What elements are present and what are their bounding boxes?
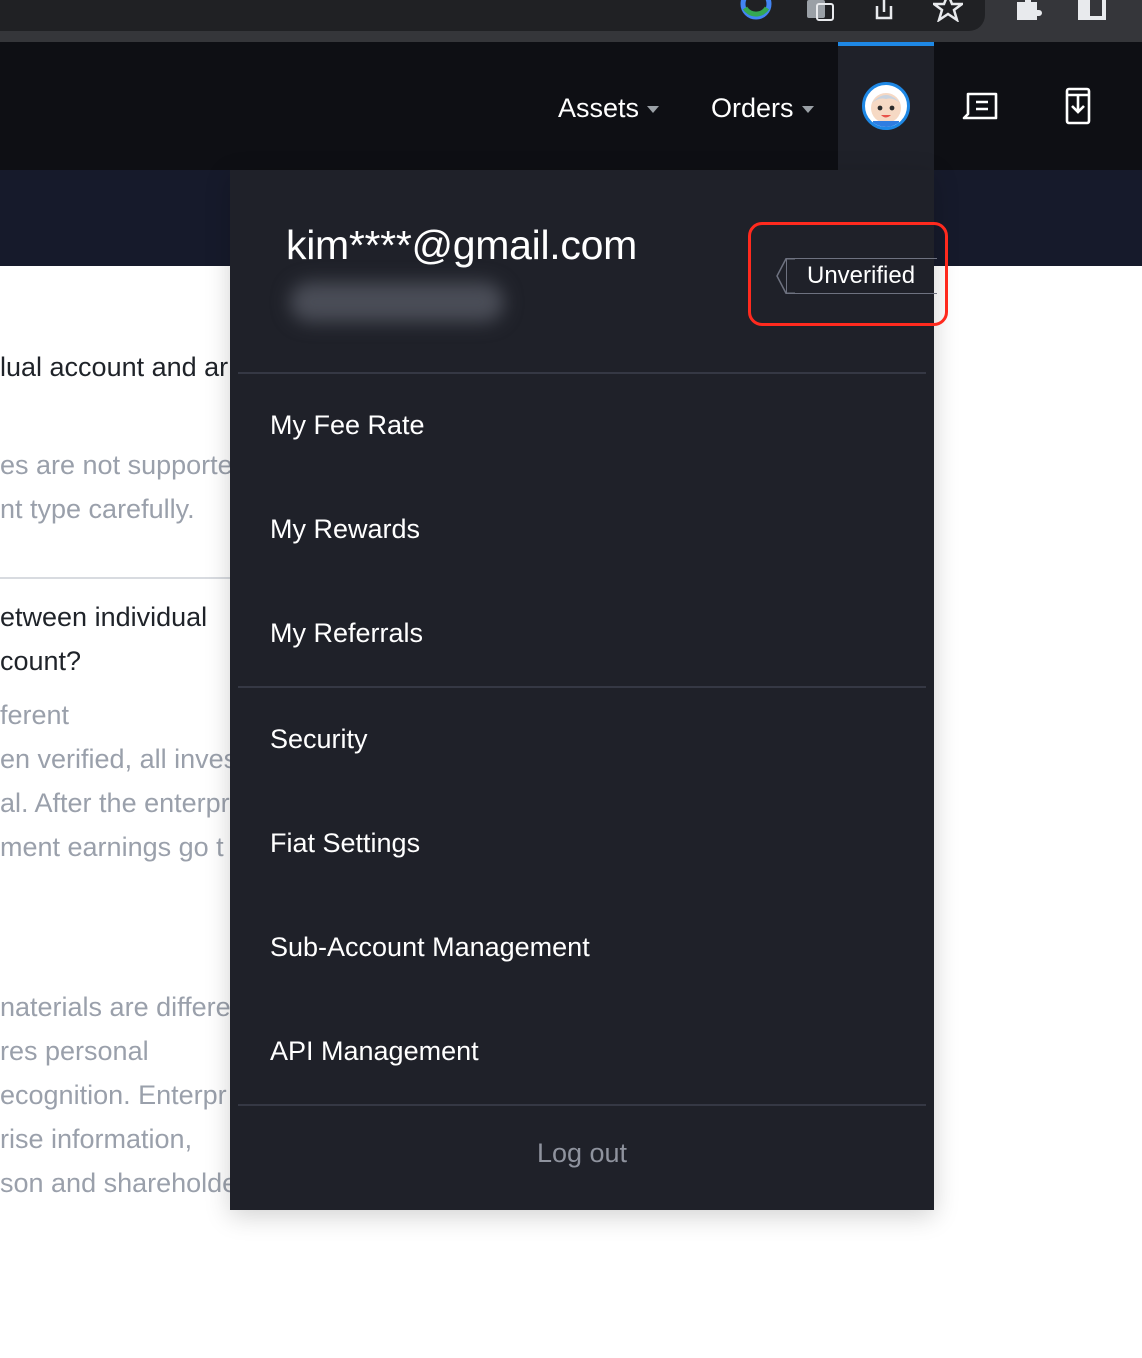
- menu-item-fiat-settings[interactable]: Fiat Settings: [270, 828, 420, 859]
- menu-divider: [238, 372, 926, 374]
- annotation-highlight-box: [748, 222, 948, 326]
- download-app-icon[interactable]: [1058, 86, 1098, 126]
- background-divider: [0, 577, 232, 579]
- user-avatar-icon[interactable]: [862, 82, 910, 130]
- chevron-down-icon: [801, 105, 814, 113]
- background-text: res personal: [0, 1036, 149, 1066]
- extensions-puzzle-icon[interactable]: [1012, 0, 1044, 22]
- browser-chrome: [0, 0, 1142, 42]
- orders-label: Orders: [711, 92, 794, 123]
- menu-divider: [238, 686, 926, 688]
- menu-item-sub-account-management[interactable]: Sub-Account Management: [270, 932, 590, 963]
- background-text: etween individual: [0, 602, 208, 632]
- menu-item-api-management[interactable]: API Management: [270, 1036, 479, 1067]
- background-text: ment earnings go t: [0, 832, 224, 862]
- menu-item-fee-rate[interactable]: My Fee Rate: [270, 410, 425, 441]
- assets-menu[interactable]: Assets: [558, 88, 660, 128]
- side-panel-icon[interactable]: [1076, 0, 1108, 22]
- background-text: ecognition. Enterpr: [0, 1080, 227, 1110]
- translate-icon[interactable]: [804, 0, 836, 22]
- background-text: en verified, all inves: [0, 744, 238, 774]
- orders-menu[interactable]: Orders: [711, 88, 814, 128]
- google-icon[interactable]: [740, 0, 772, 22]
- background-text: es are not supporte: [0, 450, 233, 480]
- background-text: lual account and ar: [0, 352, 229, 382]
- background-text: rise information,: [0, 1124, 193, 1154]
- user-id-blurred: [290, 282, 504, 322]
- background-text: naterials are differe: [0, 992, 231, 1022]
- menu-item-rewards[interactable]: My Rewards: [270, 514, 420, 545]
- background-text: ferent: [0, 700, 70, 730]
- menu-item-referrals[interactable]: My Referrals: [270, 618, 423, 649]
- chevron-down-icon: [647, 105, 660, 113]
- account-email: kim****@gmail.com: [286, 222, 637, 268]
- logout-button[interactable]: Log out: [230, 1138, 934, 1169]
- share-icon[interactable]: [868, 0, 900, 22]
- address-bar[interactable]: [0, 0, 985, 31]
- messages-icon[interactable]: [962, 86, 1002, 126]
- background-text: nt type carefully.: [0, 494, 195, 524]
- bookmark-star-icon[interactable]: [932, 0, 964, 22]
- background-text: son and shareholde: [0, 1168, 238, 1198]
- background-text: al. After the enterpr: [0, 788, 230, 818]
- assets-label: Assets: [558, 92, 640, 123]
- menu-item-security[interactable]: Security: [270, 724, 368, 755]
- background-text: count?: [0, 646, 82, 676]
- menu-divider: [238, 1104, 926, 1106]
